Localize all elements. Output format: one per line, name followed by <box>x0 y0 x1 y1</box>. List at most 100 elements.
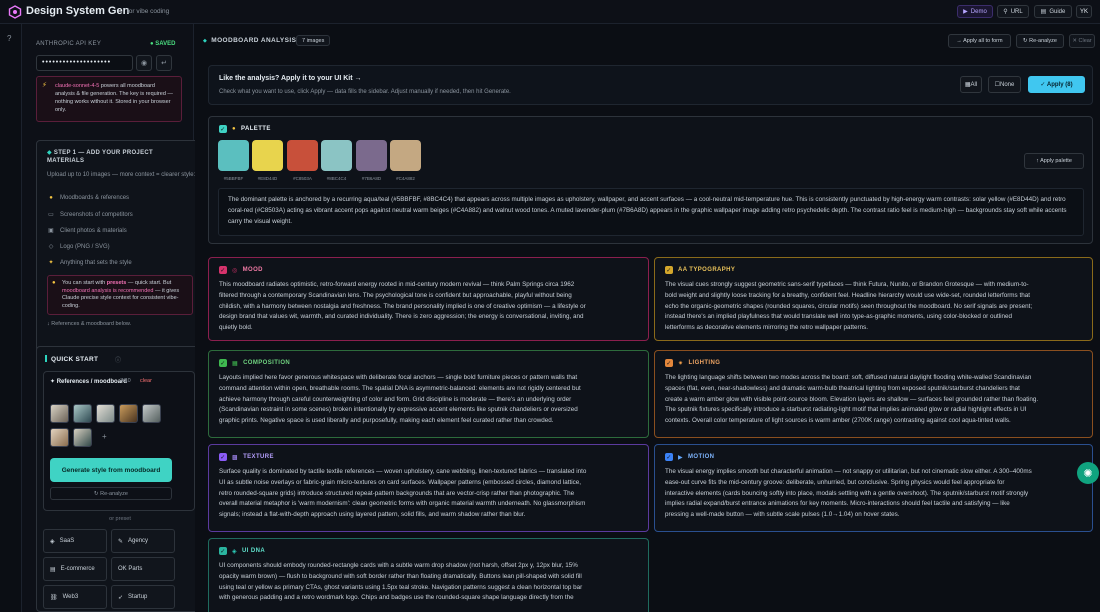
typography-checkbox[interactable]: ✓ <box>665 266 673 274</box>
step-title: ◆ STEP 1 — ADD YOUR PROJECT MATERIALS <box>47 150 153 164</box>
apply-all-button[interactable]: → Apply all to form <box>948 34 1011 48</box>
palette-description: The dominant palette is anchored by a re… <box>218 188 1084 236</box>
sparkle-icon: ✦ <box>48 260 54 266</box>
play-icon: ▶ <box>963 9 968 15</box>
mood-icon: ◎ <box>232 267 238 274</box>
select-none-button[interactable]: ☐ None <box>988 76 1021 93</box>
references-title: ✦ References / moodboard <box>50 379 128 385</box>
reference-thumbnail[interactable] <box>73 428 92 447</box>
help-icon[interactable]: ? <box>7 34 11 43</box>
lighting-card: ✓ ✷ LIGHTING The lighting language shift… <box>654 350 1093 438</box>
preset-startup-button[interactable]: ➶ Startup <box>111 585 175 609</box>
swatch-hex-label: #E8D44D <box>257 176 278 181</box>
cart-icon: ▤ <box>50 566 56 573</box>
texture-text: Surface quality is dominated by tactile … <box>219 468 587 519</box>
sidebar: ANTHROPIC API KEY ● SAVED ••••••••••••••… <box>22 24 202 612</box>
palette-icon: ● <box>232 126 237 132</box>
step-item-screenshots: ▭ Screenshots of competitors <box>48 211 133 219</box>
typography-card: ✓ AA TYPOGRAPHY The visual cues strongly… <box>654 257 1093 341</box>
swatch-hex-label: #5BBFBF <box>223 176 244 181</box>
palette-card-header: ✓ ● PALETTE <box>219 125 271 133</box>
enter-icon[interactable]: ↵ <box>156 55 172 71</box>
references-count: 7/10 <box>120 378 131 384</box>
reference-thumbnail[interactable] <box>142 404 161 423</box>
add-image-icon[interactable]: + <box>102 432 107 441</box>
reference-thumbnail[interactable] <box>119 404 138 423</box>
layers-icon: ◈ <box>50 538 55 545</box>
guide-button[interactable]: ▤ Guide <box>1034 5 1072 18</box>
apply-banner: Like the analysis? Apply it to your UI K… <box>208 65 1093 105</box>
references-box: ✦ References / moodboard 7/10 clear + Ge… <box>43 371 195 511</box>
brush-icon: ✎ <box>118 538 124 545</box>
analysis-title: MOODBOARD ANALYSIS <box>203 37 296 44</box>
quick-start-title: QUICK START <box>45 355 98 363</box>
step-item-logo: ◇ Logo (PNG / SVG) <box>48 243 110 251</box>
bolt-icon: ⚡ <box>42 82 47 89</box>
generate-style-button[interactable]: Generate style from moodboard <box>50 458 172 482</box>
palette-checkbox[interactable]: ✓ <box>219 125 227 133</box>
step-item-anything: ✦ Anything that sets the style <box>48 259 132 267</box>
step-description: Upload up to 10 images — more context = … <box>47 172 196 178</box>
color-swatch[interactable] <box>321 140 352 171</box>
reference-thumbnail[interactable] <box>96 404 115 423</box>
swatch-hex-label: #C8503A <box>293 176 312 181</box>
saved-status: ● SAVED <box>150 41 176 47</box>
user-avatar[interactable]: YK <box>1076 5 1092 18</box>
swatch-hex-label: #8BC4C4 <box>326 176 347 181</box>
apply-banner-title: Like the analysis? Apply it to your UI K… <box>219 75 362 82</box>
preset-ecommerce-button[interactable]: ▤ E-commerce <box>43 557 107 581</box>
reanalyze-button[interactable]: ↻ Re-analyze <box>50 487 172 500</box>
color-swatch[interactable] <box>287 140 318 171</box>
presets-note: ● You can start with presets — quick sta… <box>47 275 193 315</box>
ui-dna-checkbox[interactable]: ✓ <box>219 547 227 555</box>
apply-palette-button[interactable]: ↑ Apply palette <box>1024 153 1084 169</box>
motion-checkbox[interactable]: ✓ <box>665 453 673 461</box>
mood-card: ✓ ◎ MOOD This moodboard radiates optimis… <box>208 257 649 341</box>
clear-references-button[interactable]: clear <box>140 378 152 384</box>
select-all-button[interactable]: ▦ All <box>960 76 982 93</box>
color-swatch[interactable] <box>252 140 283 171</box>
preset-web3-button[interactable]: ⛓ Web3 <box>43 585 107 609</box>
apply-selected-button[interactable]: ✓ Apply (8) <box>1028 76 1085 93</box>
color-swatch[interactable] <box>356 140 387 171</box>
sun-icon: ✷ <box>678 360 684 367</box>
api-key-input[interactable]: •••••••••••••••••••• <box>36 55 133 71</box>
preset-agency-button[interactable]: ✎ Agency <box>111 529 175 553</box>
reference-thumbnail[interactable] <box>73 404 92 423</box>
quick-start-panel: QUICK START ⓘ ✦ References / moodboard 7… <box>36 346 202 612</box>
eye-icon[interactable]: ◉ <box>136 55 152 71</box>
composition-checkbox[interactable]: ✓ <box>219 359 227 367</box>
swatch-hex-label: #C4A882 <box>396 176 415 181</box>
preset-saas-button[interactable]: ◈ SaaS <box>43 529 107 553</box>
motion-text: The visual energy implies smooth but cha… <box>665 468 1032 519</box>
top-bar: Design System Gen for vibe coding ▶ Demo … <box>0 0 1100 24</box>
step-item-moodboards: ● Moodboards & references <box>47 195 129 201</box>
bulb-icon: ● <box>52 280 56 286</box>
help-circle-icon[interactable]: ⓘ <box>115 355 121 364</box>
references-link[interactable]: ↓ References & moodboard below. <box>47 321 131 327</box>
camera-icon: ▣ <box>48 228 54 234</box>
rocket-icon: ➶ <box>118 594 124 601</box>
reanalyze-header-button[interactable]: ↻ Re-analyze <box>1016 34 1064 48</box>
link-icon: ⚲ <box>1003 9 1008 15</box>
reference-thumbnail[interactable] <box>50 404 69 423</box>
motion-card: ✓ ▶ MOTION The visual energy implies smo… <box>654 444 1093 532</box>
url-button[interactable]: ⚲ URL <box>997 5 1029 18</box>
typography-text: The visual cues strongly suggest geometr… <box>665 281 1033 332</box>
chat-assistant-icon[interactable]: ✺ <box>1077 462 1099 484</box>
texture-checkbox[interactable]: ✓ <box>219 453 227 461</box>
preset-okparts-button[interactable]: OK Parts <box>111 557 175 581</box>
clear-button[interactable]: ✕ Clear <box>1069 34 1095 48</box>
color-swatch[interactable] <box>218 140 249 171</box>
app-title: Design System Gen <box>26 5 130 17</box>
reference-thumbnail[interactable] <box>50 428 69 447</box>
ui-dna-text: UI components should embody rounded-rect… <box>219 562 583 602</box>
lighting-checkbox[interactable]: ✓ <box>665 359 673 367</box>
mood-checkbox[interactable]: ✓ <box>219 266 227 274</box>
demo-button[interactable]: ▶ Demo <box>957 5 993 18</box>
app-subtitle: for vibe coding <box>127 8 170 15</box>
color-swatch[interactable] <box>390 140 421 171</box>
apply-banner-description: Check what you want to use, click Apply … <box>219 89 511 95</box>
api-key-label: ANTHROPIC API KEY <box>36 41 102 47</box>
or-preset-label: or preset <box>109 516 131 522</box>
